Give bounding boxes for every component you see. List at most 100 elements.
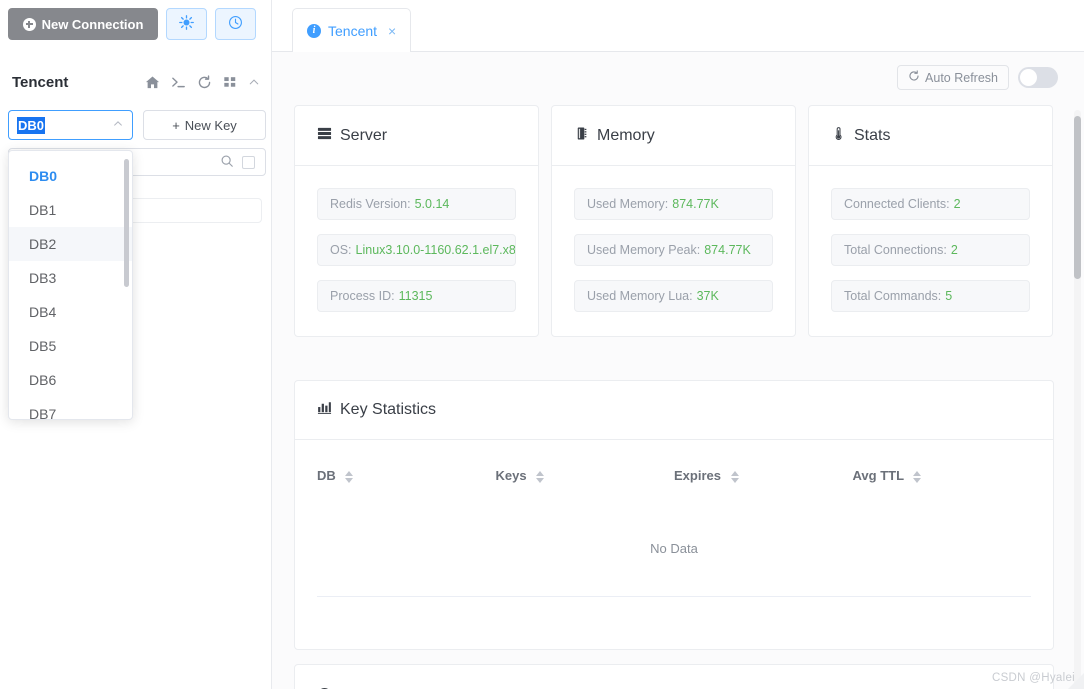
auto-refresh-toggle[interactable] [1018,67,1058,88]
card-stats: Stats Connected Clients: 2 Total Connect… [808,105,1053,337]
card-title: Key Statistics [340,401,437,418]
auto-refresh-button[interactable]: Auto Refresh [897,65,1009,90]
chevron-up-icon[interactable] [248,76,260,88]
info-row: Redis Version: 5.0.14 [317,188,516,220]
info-value: 2 [950,243,958,257]
sort-arrows-icon[interactable] [730,470,739,483]
auto-refresh-controls: Auto Refresh [897,65,1058,90]
card-body: Redis Version: 5.0.14 OS: Linux3.10.0-11… [295,166,538,336]
tab-label: Tencent [328,22,378,39]
column-label: Expires [674,468,721,483]
sort-arrows-icon[interactable] [536,470,545,483]
info-label: Total Connections: [844,243,947,257]
card-body: Connected Clients: 2 Total Connections: … [809,166,1052,336]
select-all-checkbox[interactable] [242,155,255,169]
db-option-db0[interactable]: DB0 [9,159,132,193]
main-content-area: i Tencent × Auto Refresh Server Redis Ve… [272,0,1084,689]
search-icon [220,154,234,171]
plus-icon: + [172,117,180,133]
card-memory: Memory Used Memory: 874.77K Used Memory … [551,105,796,337]
table-header: DB Keys Expires Avg TTL [317,440,1031,497]
info-value: Linux3.10.0-1160.62.1.el7.x8... [355,243,516,257]
info-value: 2 [953,197,961,211]
history-clock-icon [228,15,243,33]
refresh-icon[interactable] [197,74,212,90]
info-cards-row: Server Redis Version: 5.0.14 OS: Linux3.… [294,105,1054,337]
db-option-label: DB4 [29,304,57,320]
info-row: Total Commands: 5 [831,280,1030,312]
info-value: 5.0.14 [414,197,450,211]
connection-header: Tencent [0,62,272,102]
key-statistics-table: DB Keys Expires Avg TTL No Data [317,440,1031,597]
info-row: Connected Clients: 2 [831,188,1030,220]
db-option-label: DB2 [29,236,57,252]
db-option-db2[interactable]: DB2 [9,227,132,261]
history-button[interactable] [215,8,256,40]
close-icon[interactable]: × [388,23,396,39]
sort-arrows-icon[interactable] [345,470,354,483]
db-option-db5[interactable]: DB5 [9,329,132,363]
db-option-db6[interactable]: DB6 [9,363,132,397]
db-dropdown[interactable]: DB0 DB1 DB2 DB3 DB4 DB5 DB6 DB7 [8,150,133,420]
column-header-expires[interactable]: Expires [674,440,853,497]
column-label: Keys [495,468,527,483]
card-header: Stats [809,106,1052,166]
db-option-db1[interactable]: DB1 [9,193,132,227]
card-header: Key Statistics [295,381,1053,440]
info-value: 5 [945,289,953,303]
key-statistics-card: Key Statistics DB Keys Expires Avg TTL N… [294,380,1054,650]
card-title: Memory [597,126,655,144]
column-label: DB [317,468,336,483]
info-value: 874.77K [704,243,751,257]
card-server: Server Redis Version: 5.0.14 OS: Linux3.… [294,105,539,337]
db-option-label: DB0 [29,168,58,184]
db-option-db3[interactable]: DB3 [9,261,132,295]
auto-refresh-label: Auto Refresh [925,70,998,85]
terminal-icon[interactable] [171,75,186,90]
db-option-list: DB0 DB1 DB2 DB3 DB4 DB5 DB6 DB7 [9,151,132,419]
info-label: Total Commands: [844,289,942,303]
all-redis-info-card: All Redis Info [294,664,1054,689]
new-connection-button[interactable]: New Connection [8,8,158,40]
info-row: OS: Linux3.10.0-1160.62.1.el7.x8... [317,234,516,266]
info-label: Used Memory Peak: [587,243,701,257]
info-row: Total Connections: 2 [831,234,1030,266]
app-root: New Connection Tencent DB0 + New Key DB0… [0,0,1084,689]
info-row: Used Memory Peak: 874.77K [574,234,773,266]
card-header: All Redis Info [295,665,1053,689]
settings-icon [179,15,194,33]
main-scrollbar-track[interactable] [1074,110,1081,688]
settings-button[interactable] [166,8,207,40]
db-option-db7[interactable]: DB7 [9,397,132,420]
new-connection-label: New Connection [41,16,144,32]
column-header-keys[interactable]: Keys [496,440,675,497]
sidebar-toolbar: New Connection [0,0,272,48]
new-key-label: New Key [184,117,237,133]
sort-arrows-icon[interactable] [913,470,922,483]
info-row: Used Memory: 874.77K [574,188,773,220]
db-option-db4[interactable]: DB4 [9,295,132,329]
db-option-label: DB6 [29,372,57,388]
tab-tencent[interactable]: i Tencent × [292,8,412,52]
card-title: Server [340,126,388,144]
table-empty-row: No Data [317,497,1031,597]
plus-circle-icon [22,17,36,31]
info-label: Connected Clients: [844,197,950,211]
dropdown-scrollbar-thumb[interactable] [124,159,129,287]
main-scrollbar-thumb[interactable] [1074,116,1081,279]
refresh-icon [908,70,920,85]
card-body: Used Memory: 874.77K Used Memory Peak: 8… [552,166,795,336]
home-icon[interactable] [145,75,160,90]
db-option-label: DB7 [29,406,57,420]
db-select[interactable]: DB0 [8,110,133,140]
bar-chart-icon [317,400,332,420]
column-header-avgttl[interactable]: Avg TTL [853,440,1032,497]
new-key-button[interactable]: + New Key [143,110,266,140]
card-header: Memory [552,106,795,166]
info-value: 37K [696,289,719,303]
table-header-row: DB Keys Expires Avg TTL [317,440,1031,497]
info-label: Used Memory Lua: [587,289,693,303]
column-header-db[interactable]: DB [317,440,496,497]
content-scroll-region: Auto Refresh Server Redis Version: 5.0.1… [272,52,1084,689]
grid-icon[interactable] [223,75,237,89]
